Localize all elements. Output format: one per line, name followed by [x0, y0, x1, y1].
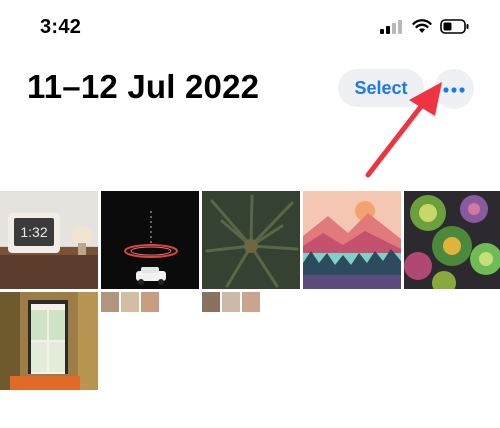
status-icons: [380, 19, 470, 39]
wifi-icon: [412, 19, 432, 39]
annotation-arrow: [365, 82, 442, 178]
signal-icon: [380, 19, 404, 39]
photo-car-light-trail[interactable]: [101, 191, 199, 289]
page-title: 11–12 Jul 2022: [27, 68, 260, 105]
photo-thumbnail-strip[interactable]: [101, 292, 161, 312]
status-bar: 3:42: [0, 0, 500, 50]
photo-succulents[interactable]: [404, 191, 500, 289]
clock-text: 1:32: [20, 224, 48, 240]
battery-icon: [440, 19, 470, 39]
photo-clock-display[interactable]: 1:32: [0, 191, 98, 289]
photo-mountain-lake-illustration[interactable]: [303, 191, 401, 289]
photo-palm-tree[interactable]: [202, 191, 300, 289]
photo-thumbnail-strip[interactable]: [202, 292, 272, 312]
photo-window-doorway[interactable]: [0, 292, 98, 390]
status-time: 3:42: [40, 16, 82, 38]
